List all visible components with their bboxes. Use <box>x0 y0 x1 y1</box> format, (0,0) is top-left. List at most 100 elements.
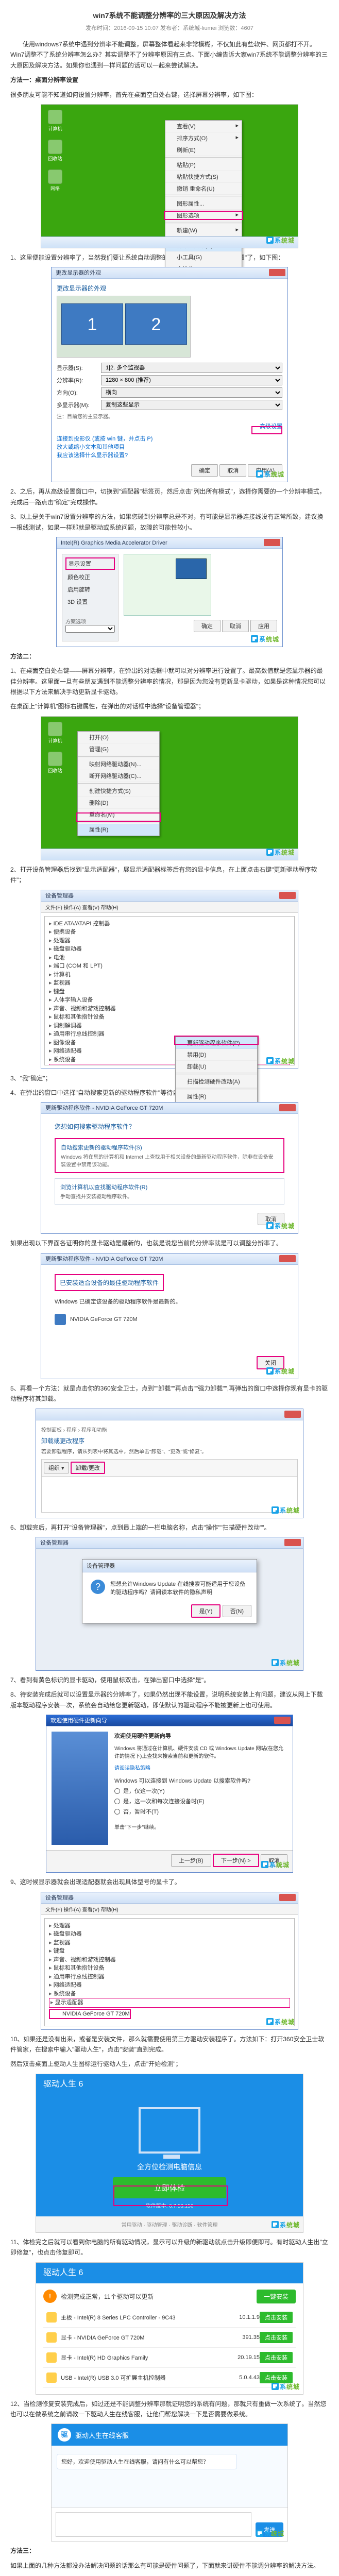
close-icon[interactable] <box>279 1255 296 1262</box>
cancel-button[interactable]: 取消 <box>222 620 249 632</box>
ctx-new[interactable]: 新建(W)▸ <box>165 225 242 236</box>
taskbar[interactable] <box>41 849 298 860</box>
close-icon[interactable] <box>284 1539 301 1546</box>
radio-yes-always[interactable]: 是，这一次和每次连接设备时(E) <box>114 1797 287 1805</box>
install-all-button[interactable]: 一键安装 <box>257 2290 296 2303</box>
close-icon[interactable] <box>279 892 296 899</box>
select-resolution[interactable]: 1280 × 800 (推荐) <box>101 375 282 385</box>
radio-yes-once[interactable]: 是，仅这一次(Y) <box>114 1787 287 1795</box>
install-button[interactable]: 点击安装 <box>260 2372 293 2383</box>
watermark: 系统城 <box>266 236 295 245</box>
wizard-line1: Windows 将通过在计算机、硬件安装 CD 或 Windows Update… <box>114 1744 287 1759</box>
window-titlebar[interactable]: 更新驱动程序软件 - NVIDIA GeForce GT 720M <box>41 1103 298 1114</box>
auto-search-option[interactable]: 自动搜索更新的驱动程序软件(S) Windows 将在您的计算机和 Intern… <box>55 1138 284 1173</box>
ctx-manage[interactable]: 管理(G) <box>78 743 159 755</box>
device-context-menu[interactable]: 更新驱动程序软件(P)... 禁用(D) 卸载(U) 扫描检测硬件改动(A) 属… <box>175 1037 258 1103</box>
close-icon[interactable] <box>264 539 280 546</box>
projector-link[interactable]: 连接到投影仪 (或按 win 键，并点击 P) <box>57 436 152 442</box>
main-display-note: 注：目前您的主显示器。 <box>57 412 282 420</box>
window-titlebar[interactable]: 设备管理器 <box>41 1892 298 1904</box>
install-button[interactable]: 点击安装 <box>260 2352 293 2363</box>
intel-sidebar-item[interactable]: 启用旋转 <box>65 584 115 595</box>
menubar[interactable]: 文件(F) 操作(A) 查看(V) 帮助(H) <box>41 1904 298 1915</box>
ctx-view[interactable]: 查看(V)▸ <box>165 121 242 132</box>
close-icon[interactable] <box>274 1717 291 1724</box>
ctx-open[interactable]: 打开(O) <box>78 732 159 743</box>
ctx-disconnect[interactable]: 断开网络驱动器(C)... <box>78 770 159 782</box>
close-icon[interactable] <box>269 269 285 276</box>
close-icon[interactable] <box>279 1104 296 1111</box>
display-adapter-device[interactable]: NVIDIA GeForce GT 720M <box>49 2009 131 2020</box>
ctx-delete[interactable]: 删除(D) <box>78 797 159 809</box>
window-titlebar[interactable]: 设备管理器 <box>36 1537 303 1549</box>
desktop-icon-computer[interactable]: 计算机 <box>46 722 64 744</box>
screenshot-driverlife-list: 驱动人生 6 ! 检测完成正常，11个驱动可以更新 一键安装 主板 - Inte… <box>36 2262 303 2395</box>
intel-sidebar-item[interactable]: 显示设置 <box>65 557 115 570</box>
desktop-icon[interactable]: 回收站 <box>46 752 64 774</box>
next-button[interactable]: 下一步(N) > <box>213 1854 259 1867</box>
close-icon[interactable] <box>279 1894 296 1901</box>
desktop-icon[interactable]: 回收站 <box>46 140 64 162</box>
select-orientation[interactable]: 横向 <box>101 387 282 398</box>
desktop-icon[interactable]: 网络 <box>46 170 64 192</box>
ctx-paste[interactable]: 粘贴(P) <box>165 159 242 171</box>
context-menu[interactable]: 查看(V)▸ 排序方式(O)▸ 刷新(E) 粘贴(P) 粘贴快捷方式(S) 撤销… <box>165 120 242 276</box>
device-tree[interactable]: 处理器 磁盘驱动器 监视器 键盘 声音、视频和游戏控制器 鼠标和其他指针设备 通… <box>44 1918 295 2026</box>
privacy-link[interactable]: 请阅读隐私策略 <box>114 1766 150 1771</box>
ctx-graphics[interactable]: 图形属性... <box>165 198 242 210</box>
ctx-paste-shortcut[interactable]: 粘贴快捷方式(S) <box>165 171 242 183</box>
back-button[interactable]: 上一步(B) <box>171 1854 211 1867</box>
ok-button[interactable]: 确定 <box>194 620 221 632</box>
manual-search-option[interactable]: 浏览计算机以查找驱动程序软件(R) 手动查找并安装驱动程序软件。 <box>55 1178 284 1205</box>
chat-input[interactable] <box>56 2512 251 2537</box>
ctx-scan[interactable]: 扫描检测硬件改动(A) <box>176 1076 257 1088</box>
yes-button[interactable]: 是(Y) <box>191 1604 221 1618</box>
radio-no[interactable]: 否，暂时不(T) <box>114 1807 287 1816</box>
ctx-properties[interactable]: 属性(R) <box>78 824 159 836</box>
intel-scheme-select[interactable] <box>65 625 115 633</box>
window-titlebar[interactable] <box>36 1409 303 1420</box>
install-button[interactable]: 点击安装 <box>260 2312 293 2323</box>
method3-desc: 如果上面的几种方法都没办法解决问题的话那么有可能是硬件问题了，下面就来讲硬件不能… <box>10 2561 329 2571</box>
ctx-properties[interactable]: 属性(R) <box>176 1091 257 1103</box>
select-display[interactable]: 1|2. 多个监视器 <box>101 363 282 373</box>
window-titlebar[interactable]: 更新驱动程序软件 - NVIDIA GeForce GT 720M <box>41 1253 298 1265</box>
intel-sidebar-item[interactable]: 颜色校正 <box>65 572 115 582</box>
ctx-refresh[interactable]: 刷新(E) <box>165 144 242 156</box>
menubar[interactable]: 文件(F) 操作(A) 查看(V) 帮助(H) <box>41 902 298 913</box>
ctx-map-drive[interactable]: 映射网络驱动器(N)... <box>78 758 159 770</box>
organize-button[interactable]: 组织 ▾ <box>44 1462 69 1473</box>
app-titlebar[interactable]: 驱动人生 6 <box>36 2263 303 2283</box>
window-titlebar[interactable]: Intel(R) Graphics Media Accelerator Driv… <box>57 537 282 549</box>
ok-button[interactable]: 确定 <box>191 464 218 477</box>
ctx-shortcut[interactable]: 创建快捷方式(S) <box>78 785 159 797</box>
install-button[interactable]: 点击安装 <box>260 2332 293 2343</box>
ctx-disable[interactable]: 禁用(D) <box>176 1049 257 1061</box>
intel-sidebar-item[interactable]: 3D 设置 <box>65 597 115 607</box>
no-button[interactable]: 否(N) <box>223 1605 251 1617</box>
ctx-sort[interactable]: 排序方式(O)▸ <box>165 132 242 144</box>
close-icon[interactable] <box>284 1411 301 1418</box>
display-adapter-node[interactable]: 显示适配器 <box>49 1998 290 2008</box>
window-titlebar[interactable]: 欢迎使用硬件更新向导 <box>46 1715 293 1726</box>
cancel-button[interactable]: 取消 <box>219 464 246 477</box>
window-titlebar[interactable]: 设备管理器 <box>41 890 298 902</box>
programs-list[interactable] <box>41 1477 298 1513</box>
app-titlebar[interactable]: 驱动人生 6 <box>36 2074 303 2095</box>
select-multi[interactable]: 复制这些显示 <box>101 400 282 410</box>
method2-step7: 6、卸载完后，再打开"设备管理器"，点到最上端的一栏电脑名称，点击"操作""扫描… <box>10 1522 329 1533</box>
help-link[interactable]: 我应该选择什么显示器设置? <box>57 452 128 459</box>
taskbar[interactable] <box>41 236 298 248</box>
apply-button[interactable]: 应用 <box>250 620 277 632</box>
watermark: 系统城 <box>266 2018 295 2026</box>
method2-step1: 在桌面上"计算机"图标右键属性，在弹出的对话框中选择"设备管理器"； <box>10 701 329 711</box>
desktop-icon[interactable]: 计算机 <box>46 110 64 132</box>
screenshot-chat: 驱 驱动人生在线客服 您好，欢迎使用驱动人生在线客服，请问有什么可以帮您？ 发送… <box>51 2424 288 2541</box>
uninstall-button[interactable]: 卸载/更改 <box>71 1462 105 1474</box>
breadcrumb[interactable]: 控制面板 › 程序 › 程序和功能 <box>41 1426 298 1433</box>
ctx-gadgets[interactable]: 小工具(G) <box>165 251 242 263</box>
text-size-link[interactable]: 放大或缩小文本和其他项目 <box>57 444 125 450</box>
window-titlebar[interactable]: 更改显示器的外观 <box>52 267 287 279</box>
ctx-undo[interactable]: 撤销 重命名(U) <box>165 183 242 195</box>
ctx-uninstall[interactable]: 卸载(U) <box>176 1061 257 1073</box>
